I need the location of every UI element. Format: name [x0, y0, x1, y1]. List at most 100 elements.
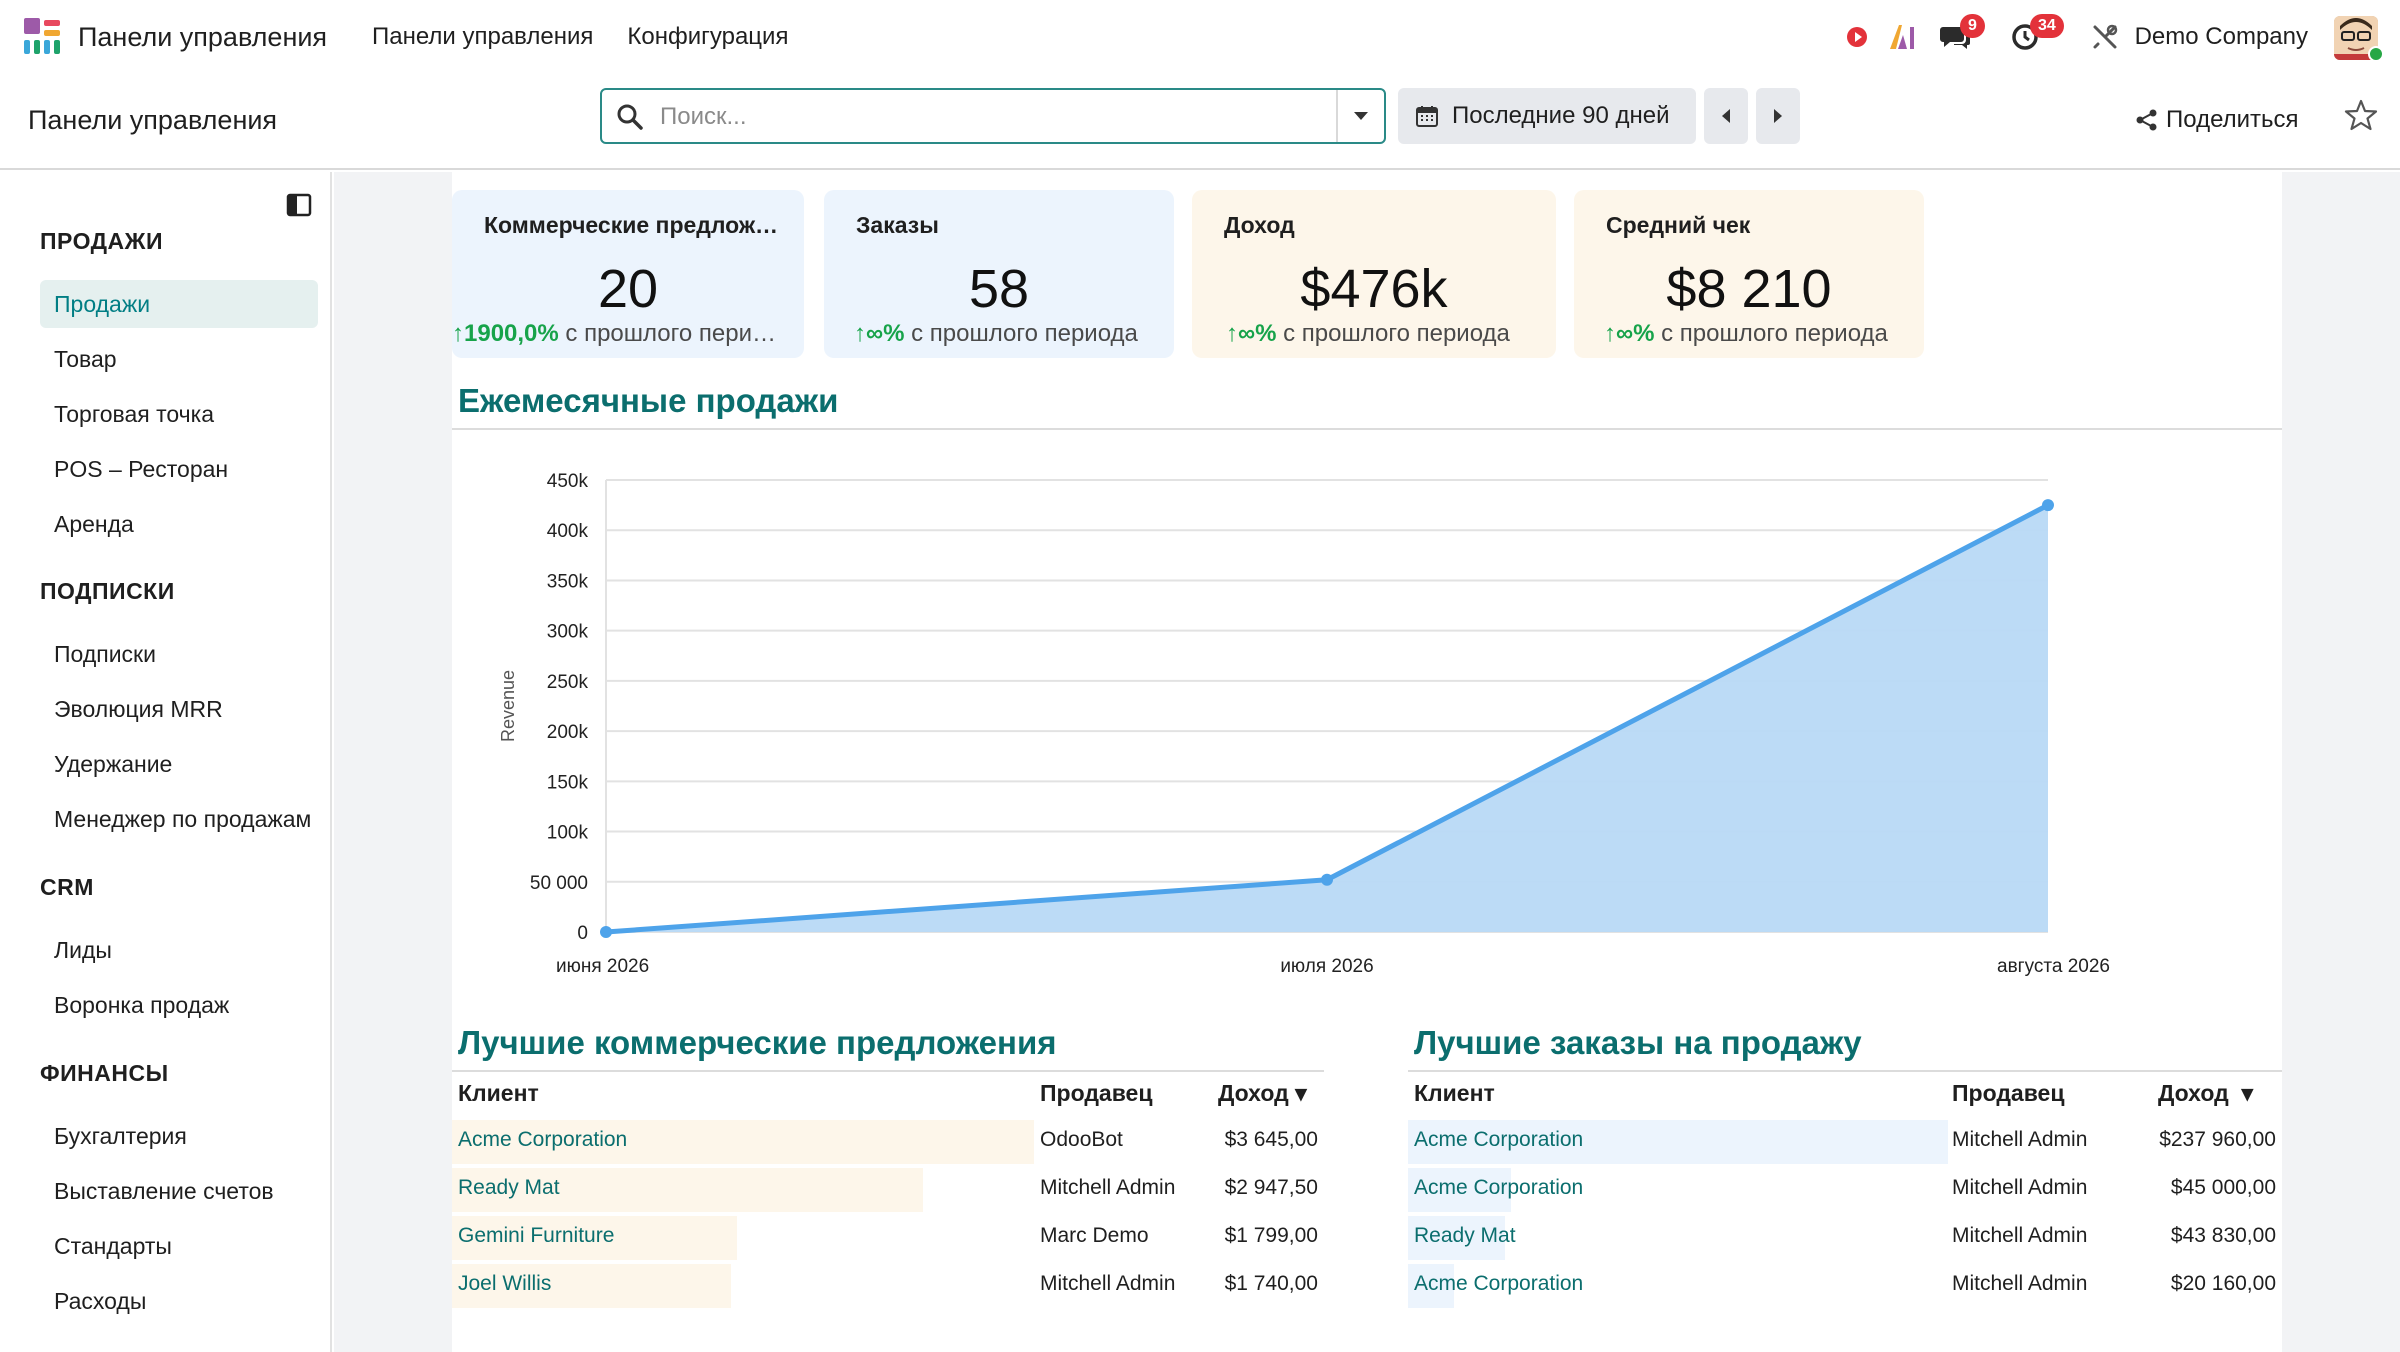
- section-divider: [452, 428, 2282, 430]
- kpi-delta: ↑1900,0% с прошлого периода: [452, 320, 804, 348]
- caret-right-icon: [1774, 109, 1782, 123]
- sidebar-item-rental[interactable]: Аренда: [40, 500, 318, 548]
- sidebar-item-pipeline[interactable]: Воронка продаж: [40, 981, 318, 1029]
- online-status-dot: [2368, 46, 2384, 62]
- data-point: [1321, 873, 1333, 886]
- sidebar-item-expenses[interactable]: Расходы: [40, 1277, 318, 1325]
- sidebar-item-accounting[interactable]: Бухгалтерия: [40, 1112, 318, 1160]
- sidebar-item-benchmarks[interactable]: Стандарты: [40, 1222, 318, 1270]
- kpi-title: Заказы: [856, 212, 939, 238]
- sidebar-item-mrr-evolution[interactable]: Эволюция MRR: [40, 685, 318, 733]
- search-options-toggle[interactable]: [1336, 90, 1384, 142]
- company-switcher[interactable]: Demo Company: [2135, 20, 2308, 54]
- sidebar-item-pos-restaurant[interactable]: POS – Ресторан: [40, 445, 318, 493]
- top-navbar: Панели управления Панели управления Конф…: [0, 0, 2400, 74]
- data-point: [2042, 499, 2054, 512]
- kpi-value: 58: [968, 259, 1030, 319]
- record-icon[interactable]: [1840, 20, 1874, 54]
- y-tick-label: 250k: [547, 672, 589, 693]
- column-header-revenue[interactable]: Доход ▾: [2158, 1080, 2253, 1107]
- app-title[interactable]: Панели управления: [78, 18, 327, 56]
- sidebar-item-sales-manager[interactable]: Менеджер по продажам: [40, 795, 318, 843]
- amount-cell: $45 000,00: [2170, 1176, 2276, 1199]
- kpi-title: Средний чек: [1606, 212, 1751, 238]
- sidebar-item-invoicing[interactable]: Выставление счетов: [40, 1167, 318, 1215]
- sidebar-item-product[interactable]: Товар: [40, 335, 318, 383]
- kpi-delta-value: 1900,0%: [464, 320, 559, 347]
- monthly-sales-chart[interactable]: 0 50 000 100k 150k 200k 250k 300k 350k 400k 450k R…: [452, 432, 2282, 992]
- share-button[interactable]: Поделиться: [2136, 100, 2299, 140]
- arrow-up-icon: ↑: [1604, 320, 1616, 347]
- caret-down-icon: [1354, 112, 1368, 120]
- sort-caret-icon: ▾: [2228, 1080, 2254, 1106]
- calendar-icon: [1416, 106, 1438, 127]
- seller-cell: Mitchell Admin: [1040, 1176, 1176, 1199]
- kpi-delta-value: ∞%: [1238, 320, 1277, 347]
- client-link[interactable]: Ready Mat: [458, 1176, 560, 1200]
- previous-period-button[interactable]: [1704, 88, 1748, 144]
- search-input[interactable]: [660, 98, 1320, 136]
- column-header-seller[interactable]: Продавец: [1040, 1080, 1152, 1107]
- menu-configuration[interactable]: Конфигурация: [627, 20, 788, 54]
- app-grid-icon[interactable]: [24, 18, 62, 56]
- seller-cell: Marc Demo: [1040, 1224, 1149, 1247]
- activity-clock-icon[interactable]: 34: [2008, 14, 2064, 54]
- kpi-card-orders[interactable]: Заказы 58 ↑∞% с прошлого периода: [824, 190, 1174, 358]
- section-title-subscriptions: ПОДПИСКИ: [40, 578, 175, 604]
- kpi-card-quotations[interactable]: Коммерческие предложения 20 ↑1900,0% с п…: [452, 190, 804, 358]
- client-link[interactable]: Ready Mat: [1414, 1224, 1516, 1248]
- y-tick-label: 50 000: [530, 873, 588, 894]
- kpi-card-average-order[interactable]: Средний чек $8 210 ↑∞% с прошлого период…: [1574, 190, 1924, 358]
- column-header-seller[interactable]: Продавец: [1952, 1080, 2064, 1107]
- kpi-delta: ↑∞% с прошлого периода: [1574, 320, 1924, 348]
- arrow-up-icon: ↑: [1226, 320, 1238, 347]
- seller-cell: Mitchell Admin: [1040, 1272, 1176, 1295]
- seller-cell: Mitchell Admin: [1952, 1224, 2088, 1247]
- date-range-label: Последние 90 дней: [1452, 102, 1670, 129]
- sidebar-item-leads[interactable]: Лиды: [40, 926, 318, 974]
- column-header-revenue[interactable]: Доход ▾: [1218, 1080, 1307, 1107]
- dashboard-main: Коммерческие предложения 20 ↑1900,0% с п…: [334, 172, 2400, 1352]
- kpi-delta-text: с прошлого периода: [1283, 320, 1510, 347]
- monthly-sales-title: Ежемесячные продажи: [458, 382, 839, 419]
- kpi-value: $476k: [1300, 259, 1448, 319]
- column-header-label: Доход: [2158, 1080, 2229, 1106]
- tools-icon[interactable]: [2088, 20, 2122, 54]
- kpi-value: 20: [597, 259, 659, 319]
- client-link[interactable]: Acme Corporation: [1414, 1272, 1583, 1296]
- collapse-sidebar-icon[interactable]: [286, 192, 312, 218]
- kpi-title: Доход: [1224, 212, 1295, 238]
- y-tick-label: 0: [577, 923, 588, 944]
- sidebar-item-point-of-sale[interactable]: Торговая точка: [40, 390, 318, 438]
- kpi-card-revenue[interactable]: Доход $476k ↑∞% с прошлого периода: [1192, 190, 1556, 358]
- column-header-client[interactable]: Клиент: [458, 1080, 539, 1107]
- y-tick-label: 200k: [547, 722, 589, 743]
- sidebar-item-sales[interactable]: Продажи: [40, 280, 318, 328]
- date-range-button[interactable]: Последние 90 дней: [1398, 88, 1696, 144]
- client-link[interactable]: Joel Willis: [458, 1272, 551, 1296]
- kpi-title: Коммерческие предложения: [484, 212, 784, 238]
- amount-cell: $237 960,00: [2159, 1128, 2276, 1151]
- y-tick-label: 450k: [547, 471, 589, 492]
- client-link[interactable]: Acme Corporation: [458, 1128, 627, 1152]
- sidebar-item-retention[interactable]: Удержание: [40, 740, 318, 788]
- client-link[interactable]: Gemini Furniture: [458, 1224, 614, 1248]
- ai-icon[interactable]: [1886, 20, 1920, 54]
- favorite-star-icon[interactable]: [2344, 98, 2378, 132]
- chat-icon[interactable]: 9: [1938, 14, 1985, 54]
- kpi-delta-text: с прошлого периода: [911, 320, 1138, 347]
- next-period-button[interactable]: [1756, 88, 1800, 144]
- amount-cell: $43 830,00: [2170, 1224, 2276, 1247]
- column-header-client[interactable]: Клиент: [1414, 1080, 1495, 1107]
- search-bar[interactable]: [600, 88, 1386, 144]
- menu-dashboards[interactable]: Панели управления: [372, 20, 593, 54]
- client-link[interactable]: Acme Corporation: [1414, 1128, 1583, 1152]
- column-header-label: Доход: [1218, 1080, 1289, 1106]
- section-title-finance: ФИНАНСЫ: [40, 1060, 169, 1086]
- x-tick-label: июля 2026: [1280, 956, 1373, 977]
- y-axis-label: Revenue: [498, 670, 518, 742]
- client-link[interactable]: Acme Corporation: [1414, 1176, 1583, 1200]
- dashboard-canvas: Коммерческие предложения 20 ↑1900,0% с п…: [452, 172, 2282, 1352]
- sidebar-item-subscriptions[interactable]: Подписки: [40, 630, 318, 678]
- y-tick-label: 400k: [547, 521, 589, 542]
